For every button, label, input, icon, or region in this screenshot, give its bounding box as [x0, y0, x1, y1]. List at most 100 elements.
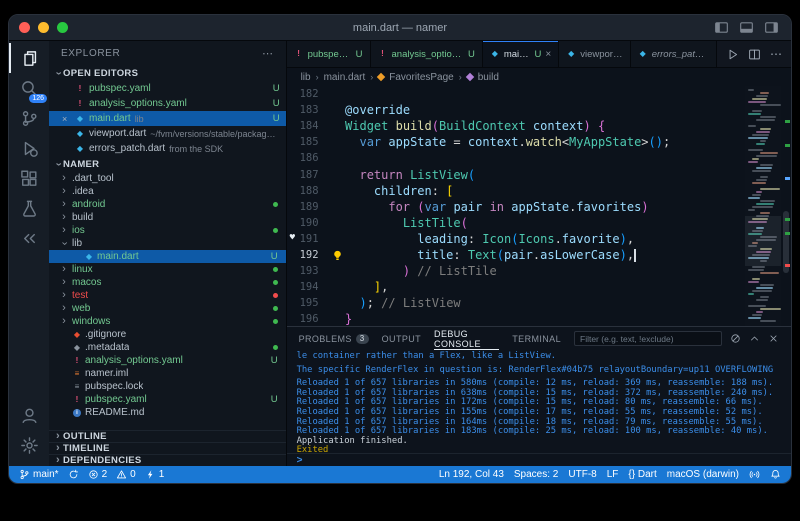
tree-item-README.md[interactable]: iREADME.md [49, 406, 286, 419]
account-icon[interactable] [9, 400, 49, 430]
section-outline[interactable]: ›OUTLINE [49, 430, 286, 442]
tree-item-build[interactable]: ›build [49, 211, 286, 224]
open-editor-errors_patch.dart[interactable]: ◆errors_patch.dartfrom the SDK [49, 141, 286, 156]
open-editors-header[interactable]: › OPEN EDITORS [49, 65, 286, 81]
close-icon[interactable]: × [545, 49, 551, 60]
code-line-186[interactable]: 186 [287, 150, 745, 166]
toggle-panel-icon[interactable] [739, 20, 754, 35]
tree-item-test[interactable]: ›test [49, 289, 286, 302]
tree-item-pubspec.yaml[interactable]: !pubspec.yamlU [49, 393, 286, 406]
status-notifications[interactable] [770, 469, 781, 480]
scrollbar[interactable] [781, 86, 791, 326]
tree-item-.gitignore[interactable]: ◆.gitignore [49, 328, 286, 341]
code-line-195[interactable]: 195 ); // ListView [287, 295, 745, 311]
minimap[interactable] [745, 86, 781, 326]
breadcrumb-item[interactable]: FavoritesPage [389, 72, 453, 83]
close-icon[interactable]: × [62, 114, 71, 124]
status-indentation[interactable]: Spaces: 2 [514, 469, 558, 480]
status-warnings[interactable]: 0 [116, 469, 136, 480]
split-editor-button[interactable] [748, 48, 761, 61]
status-device-selector[interactable]: macOS (darwin) [667, 469, 739, 480]
title-bar[interactable]: main.dart — namer [9, 15, 791, 41]
close-panel-icon[interactable] [768, 333, 779, 344]
toggle-secondary-sidebar-icon[interactable] [764, 20, 779, 35]
debug-console-input[interactable]: > [287, 453, 791, 466]
code-line-185[interactable]: 185 var appState = context.watch<MyAppSt… [287, 134, 745, 150]
tree-item-namer.iml[interactable]: ≡namer.iml [49, 367, 286, 380]
code-line-187[interactable]: 187 return ListView( [287, 166, 745, 182]
tab-main.dart[interactable]: ◆main.dartU× [483, 41, 559, 67]
toggle-primary-sidebar-icon[interactable] [714, 20, 729, 35]
flutter-outline-icon[interactable] [9, 223, 49, 253]
filter-input[interactable] [574, 331, 722, 346]
code-line-184[interactable]: 184 Widget build(BuildContext context) { [287, 118, 745, 134]
code-line-196[interactable]: 196 } [287, 311, 745, 326]
more-actions-icon[interactable]: ⋯ [262, 47, 274, 60]
extensions-icon[interactable] [9, 163, 49, 193]
tab-errors_patch.dart[interactable]: ◆errors_patch.dart [631, 41, 717, 67]
status-cursor-position[interactable]: Ln 192, Col 43 [439, 469, 504, 480]
tree-item-lib[interactable]: ›lib [49, 237, 286, 250]
tab-pubspec.yaml[interactable]: !pubspec.yamlU [287, 41, 371, 67]
tab-viewport.dart[interactable]: ◆viewport.dart [559, 41, 630, 67]
source-control-icon[interactable] [9, 103, 49, 133]
open-editor-pubspec.yaml[interactable]: !pubspec.yamlU [49, 81, 286, 96]
breadcrumb-item[interactable]: main.dart [324, 72, 366, 83]
status-eol[interactable]: LF [607, 469, 619, 480]
tree-item-analysis_options.yaml[interactable]: !analysis_options.yamlU [49, 354, 286, 367]
tree-item-macos[interactable]: ›macos [49, 276, 286, 289]
tab-analysis_options.yaml[interactable]: !analysis_options.yamlU [371, 41, 483, 67]
explorer-icon[interactable] [9, 43, 49, 73]
code-line-188[interactable]: 188 children: [ [287, 183, 745, 199]
code-line-194[interactable]: 194 ], [287, 279, 745, 295]
code-line-189[interactable]: 189 for (var pair in appState.favorites) [287, 199, 745, 215]
status-errors[interactable]: 2 [88, 469, 108, 480]
tree-item-linux[interactable]: ›linux [49, 263, 286, 276]
open-editor-main.dart[interactable]: ×◆main.dartlibU [49, 111, 286, 126]
testing-icon[interactable] [9, 193, 49, 223]
section-dependencies[interactable]: ›DEPENDENCIES [49, 454, 286, 466]
minimize-window-button[interactable] [38, 22, 49, 33]
project-root-header[interactable]: › NAMER [49, 156, 286, 172]
tree-item-android[interactable]: ›android [49, 198, 286, 211]
code-line-193[interactable]: 193 ) // ListTile [287, 263, 745, 279]
settings-icon[interactable] [9, 430, 49, 460]
code-line-182[interactable]: 182 [287, 86, 745, 102]
code-line-192[interactable]: 192 title: Text(pair.asLowerCase), [287, 247, 745, 263]
tree-item-ios[interactable]: ›ios [49, 224, 286, 237]
code-editor[interactable]: 182183 @override184 Widget build(BuildCo… [287, 86, 791, 326]
lightbulb-icon[interactable] [333, 250, 342, 264]
panel-tab-problems[interactable]: PROBLEMS3 [299, 327, 369, 350]
code-line-183[interactable]: 183 @override [287, 102, 745, 118]
close-window-button[interactable] [19, 22, 30, 33]
open-editor-analysis_options.yaml[interactable]: !analysis_options.yamlU [49, 96, 286, 111]
panel-tab-output[interactable]: OUTPUT [382, 327, 421, 350]
zoom-window-button[interactable] [57, 22, 68, 33]
open-editor-viewport.dart[interactable]: ◆viewport.dart~/fvm/versions/stable/pack… [49, 126, 286, 141]
tree-item-.idea[interactable]: ›.idea [49, 185, 286, 198]
breadcrumb-item[interactable]: lib [301, 72, 311, 83]
search-icon[interactable]: 126 [9, 73, 49, 103]
tree-item-windows[interactable]: ›windows [49, 315, 286, 328]
code-line-191[interactable]: 191♥ leading: Icon(Icons.favorite), [287, 231, 745, 247]
tree-item-pubspec.lock[interactable]: ≡pubspec.lock [49, 380, 286, 393]
more-actions[interactable]: ⋯ [770, 48, 782, 60]
breadcrumb-item[interactable]: build [478, 72, 499, 83]
maximize-panel-icon[interactable] [749, 333, 760, 344]
tree-item-.dart_tool[interactable]: ›.dart_tool [49, 172, 286, 185]
status-broadcast[interactable] [749, 469, 760, 480]
status-git-branch[interactable]: main* [19, 469, 59, 480]
code-line-190[interactable]: 190 ListTile( [287, 215, 745, 231]
tree-item-.metadata[interactable]: ◆.metadata [49, 341, 286, 354]
panel-tab-terminal[interactable]: TERMINAL [512, 327, 561, 350]
code-area[interactable]: 182183 @override184 Widget build(BuildCo… [287, 86, 745, 326]
tree-item-web[interactable]: ›web [49, 302, 286, 315]
panel-tab-debug-console[interactable]: DEBUG CONSOLE [434, 327, 499, 350]
breadcrumb[interactable]: lib›main.dart›FavoritesPage›build [287, 68, 791, 86]
tree-item-main.dart[interactable]: ◆main.dartU [49, 250, 286, 263]
run-button[interactable] [726, 48, 739, 61]
run-and-debug-icon[interactable] [9, 133, 49, 163]
status-flash[interactable]: 1 [145, 469, 165, 480]
section-timeline[interactable]: ›TIMELINE [49, 442, 286, 454]
status-language-mode[interactable]: {} Dart [628, 469, 656, 480]
